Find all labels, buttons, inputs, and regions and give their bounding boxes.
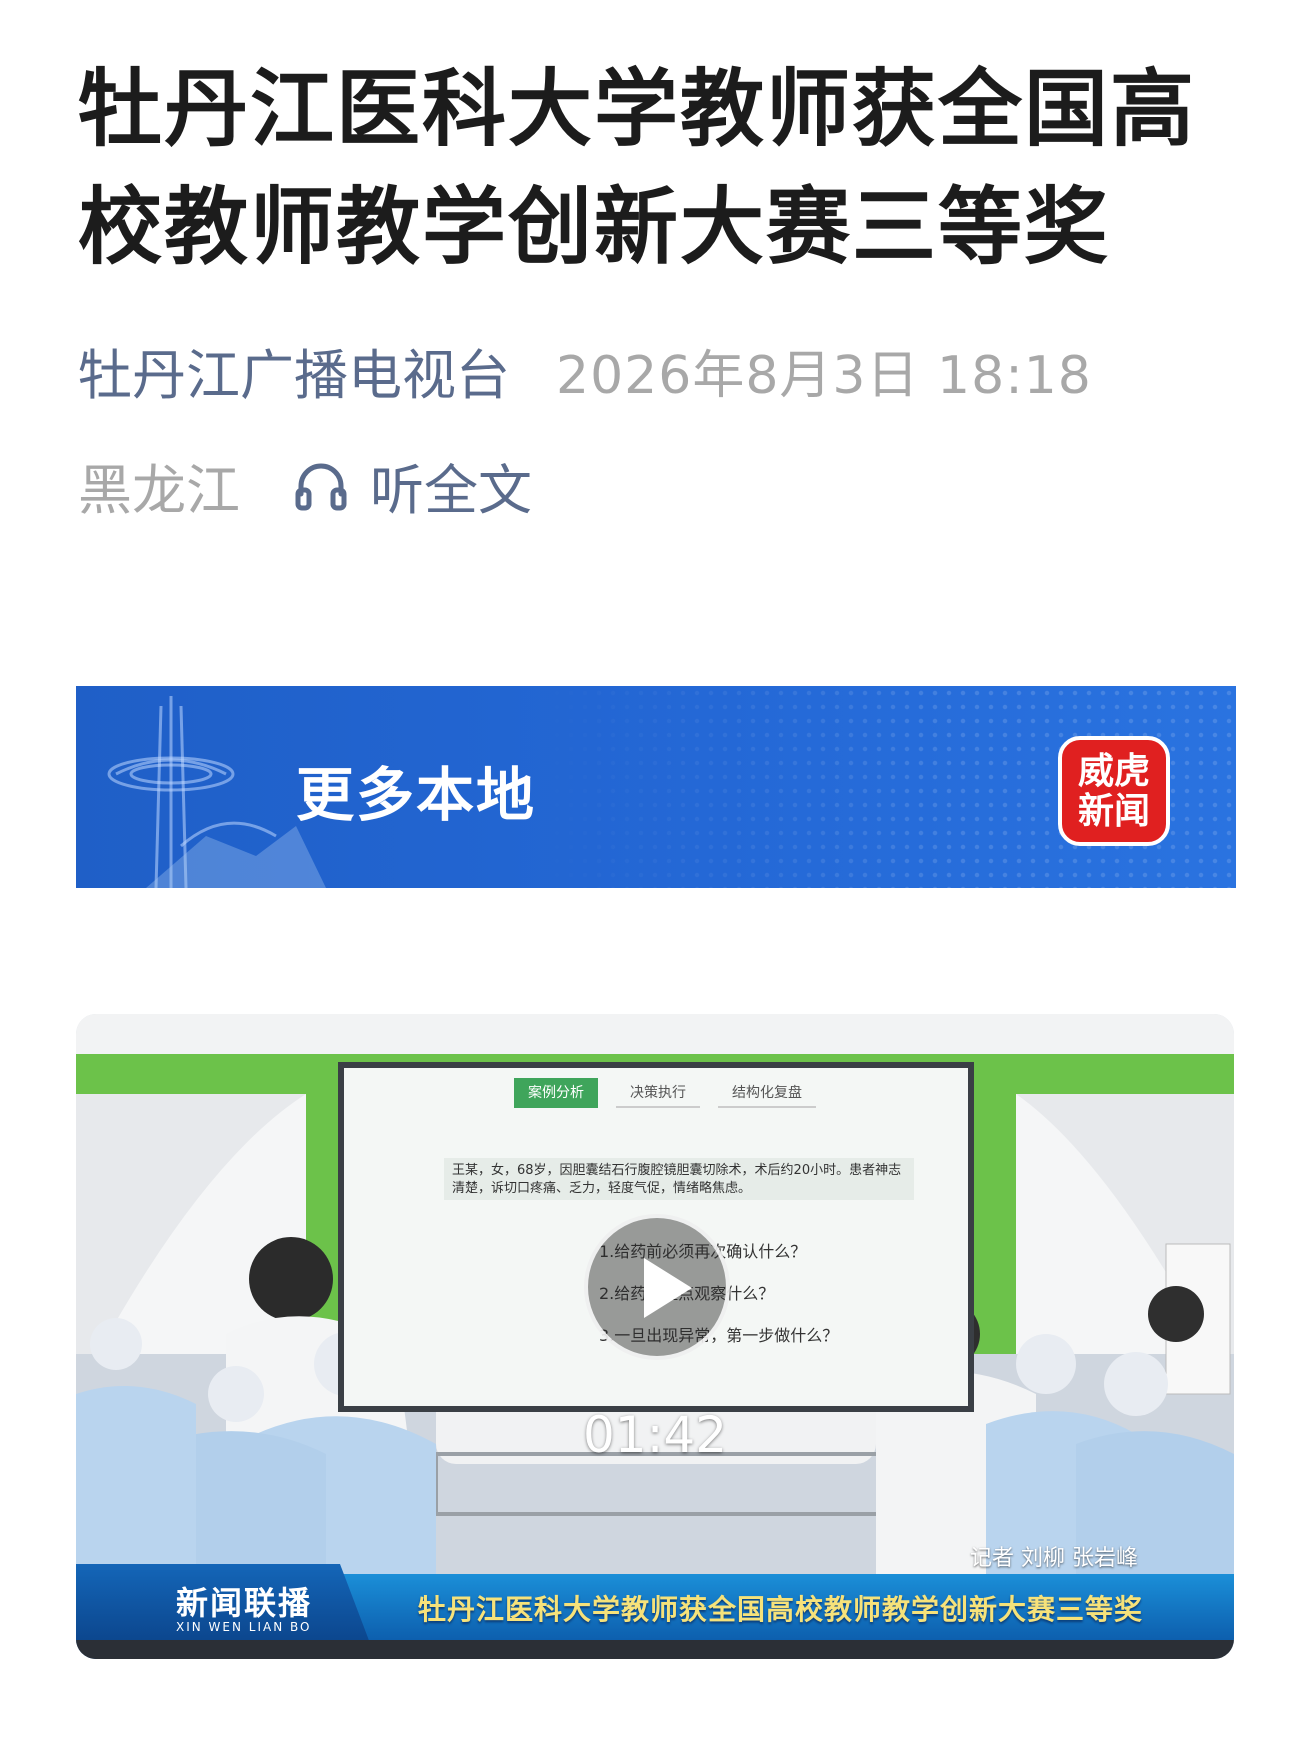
screen-tabs: 案例分析 决策执行 结构化复盘 <box>514 1078 816 1108</box>
video-player[interactable]: 案例分析 决策执行 结构化复盘 王某，女，68岁，因胆囊结石行腹腔镜胆囊切除术，… <box>76 1014 1234 1659</box>
article-meta: 牡丹江广播电视台 2026年8月3日 18:18 <box>78 334 1092 407</box>
logo-text-line1: 威虎 <box>1077 750 1150 792</box>
source-link[interactable]: 牡丹江广播电视台 <box>78 331 510 410</box>
reporter-credit: 记者 刘柳 张岩峰 <box>970 1546 1138 1571</box>
local-news-banner[interactable]: 更多本地 威虎 新闻 <box>76 686 1236 888</box>
listen-label: 听全文 <box>370 458 532 522</box>
case-description: 王某，女，68岁，因胆囊结石行腹腔镜胆囊切除术，术后约20小时。患者神志清楚，诉… <box>444 1158 914 1200</box>
weihu-news-logo: 威虎 新闻 <box>1058 736 1170 846</box>
listen-button[interactable]: 听全文 <box>292 446 532 525</box>
logo-text-line2: 新闻 <box>1077 790 1150 832</box>
banner-label: 更多本地 <box>296 761 537 829</box>
screen-tab: 案例分析 <box>514 1078 598 1108</box>
video-headline: 牡丹江医科大学教师获全国高校教师教学创新大赛三等奖 <box>418 1593 1144 1626</box>
region-label: 黑龙江 <box>78 458 240 522</box>
program-name: 新闻联播 <box>176 1584 313 1622</box>
screen-tab: 结构化复盘 <box>718 1078 816 1108</box>
video-duration: 01:42 <box>582 1406 728 1464</box>
publish-datetime: 2026年8月3日 18:18 <box>556 345 1092 406</box>
program-pinyin: XIN WEN LIAN BO <box>176 1620 312 1634</box>
video-bottom-band <box>76 1640 1234 1659</box>
article-title: 牡丹江医科大学教师获全国高校教师教学创新大赛三等奖 <box>78 60 1197 276</box>
article-meta-secondary: 黑龙江 听全文 <box>78 450 532 522</box>
play-icon[interactable] <box>584 1214 730 1360</box>
headphones-icon <box>295 463 347 511</box>
screen-tab: 决策执行 <box>616 1078 700 1108</box>
